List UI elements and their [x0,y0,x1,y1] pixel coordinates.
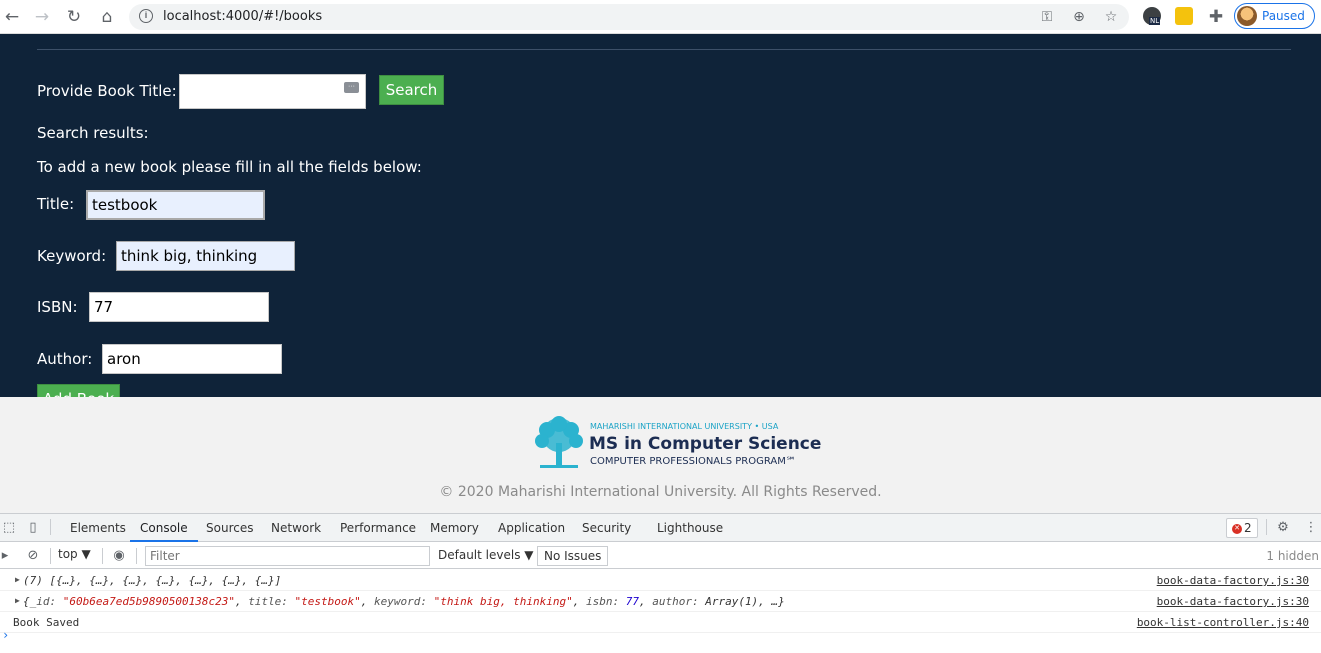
log-levels-value: Default levels [438,548,521,562]
settings-gear-icon[interactable]: ⚙ [1274,519,1292,537]
tab-elements[interactable]: Elements [70,514,126,542]
title-label: Title: [37,195,75,213]
keyword-label: Keyword: [37,247,107,265]
back-icon[interactable]: ← [0,5,24,29]
reload-icon[interactable]: ↻ [62,5,86,29]
book-title-search-input[interactable] [179,74,366,109]
log-levels-dropdown[interactable]: Default levels ▼ [438,548,534,562]
forward-icon[interactable]: → [30,5,54,29]
log-source-link[interactable]: book-data-factory.js:30 [1157,595,1309,608]
console-message: Book Saved book-list-controller.js:40 [0,612,1321,633]
console-toolbar: ▸ ⊘ top ▼ ◉ Default levels ▼ No Issues 1… [0,543,1321,569]
hidden-count: 1 hidden [1266,549,1319,563]
error-counter[interactable]: ✕ 2 [1226,518,1258,538]
log-source-link[interactable]: book-data-factory.js:30 [1157,574,1309,587]
logo-program-subtitle: COMPUTER PROFESSIONALS PROGRAM℠ [590,456,797,467]
tab-performance[interactable]: Performance [340,514,416,542]
isbn-input[interactable] [89,292,269,322]
extension-badge: NL [1149,17,1161,25]
page-footer: MAHARISHI INTERNATIONAL UNIVERSITY • USA… [0,397,1321,513]
tab-application[interactable]: Application [498,514,565,542]
console-message: ▶ (7) [{…}, {…}, {…}, {…}, {…}, {…}, {…}… [0,570,1321,591]
divider [37,49,1291,50]
tab-sources[interactable]: Sources [206,514,253,542]
device-toolbar-icon[interactable]: ▯ [24,519,42,537]
expand-arrow-icon[interactable]: ▶ [15,575,20,584]
search-button[interactable]: Search [379,75,444,105]
tab-console[interactable]: Console [130,514,198,542]
isbn-label: ISBN: [37,298,78,316]
inspect-element-icon[interactable]: ⬚ [0,519,18,537]
author-label: Author: [37,350,93,368]
avatar [1237,6,1257,26]
add-book-button[interactable]: Add Book [37,384,120,397]
clear-console-icon[interactable]: ⊘ [24,547,42,565]
bookmark-star-icon[interactable]: ☆ [1101,7,1121,27]
log-object-preview[interactable]: {_id: "60b6ea7ed5b9890500138c23", title:… [23,595,785,608]
tab-security[interactable]: Security [582,514,631,542]
more-options-icon[interactable]: ⋮ [1302,519,1320,537]
browser-toolbar: ← → ↻ ⌂ i localhost:4000/#!/books ⚿ ⊕ ☆ … [0,0,1321,34]
console-message: ▶ {_id: "60b6ea7ed5b9890500138c23", titl… [0,591,1321,612]
profile-button[interactable]: Paused [1234,3,1315,29]
log-source-link[interactable]: book-list-controller.js:40 [1137,616,1309,629]
console-filter-input[interactable] [145,546,430,566]
globe-extension-icon[interactable]: NL [1143,7,1161,25]
devtools-tab-bar: ⬚ ▯ Elements Console Sources Network Per… [0,514,1321,542]
logo-program-title: MS in Computer Science [589,434,822,454]
add-book-instructions: To add a new book please fill in all the… [37,158,422,176]
keyword-input[interactable] [116,241,295,271]
extensions-puzzle-icon[interactable]: ✚ [1204,5,1228,29]
copyright-text: © 2020 Maharishi International Universit… [439,484,882,500]
context-value: top [58,547,78,561]
profile-status: Paused [1262,9,1305,23]
search-label: Provide Book Title: [37,82,177,100]
zoom-icon[interactable]: ⊕ [1069,7,1089,27]
book-app-page: Provide Book Title: ··· Search Search re… [0,34,1321,397]
error-icon: ✕ [1232,524,1242,534]
keyboard-icon[interactable]: ··· [344,82,359,93]
error-count: 2 [1244,521,1252,535]
issues-button[interactable]: No Issues [537,546,609,566]
sidebar-toggle-icon[interactable]: ▸ [0,547,14,565]
tab-memory[interactable]: Memory [430,514,479,542]
author-input[interactable] [102,344,282,374]
live-expression-eye-icon[interactable]: ◉ [110,547,128,565]
key-icon[interactable]: ⚿ [1037,7,1057,27]
devtools-panel: ⬚ ▯ Elements Console Sources Network Per… [0,513,1321,653]
site-info-icon[interactable]: i [139,9,153,23]
tab-lighthouse[interactable]: Lighthouse [657,514,723,542]
expand-arrow-icon[interactable]: ▶ [15,596,20,605]
log-text[interactable]: (7) [{…}, {…}, {…}, {…}, {…}, {…}, {…}] [23,574,281,587]
search-results-label: Search results: [37,124,149,142]
logo-university-line: MAHARISHI INTERNATIONAL UNIVERSITY • USA [590,422,779,431]
tree-logo-icon [535,416,583,468]
notes-extension-icon[interactable] [1175,7,1193,25]
context-selector[interactable]: top ▼ [58,547,91,561]
home-icon[interactable]: ⌂ [95,5,119,29]
log-text: Book Saved [13,616,80,629]
url-text[interactable]: localhost:4000/#!/books [163,9,322,24]
console-prompt[interactable]: › [2,628,9,642]
tab-network[interactable]: Network [271,514,321,542]
title-input[interactable] [86,190,265,220]
address-bar[interactable]: i localhost:4000/#!/books ⚿ ⊕ ☆ [129,4,1129,30]
